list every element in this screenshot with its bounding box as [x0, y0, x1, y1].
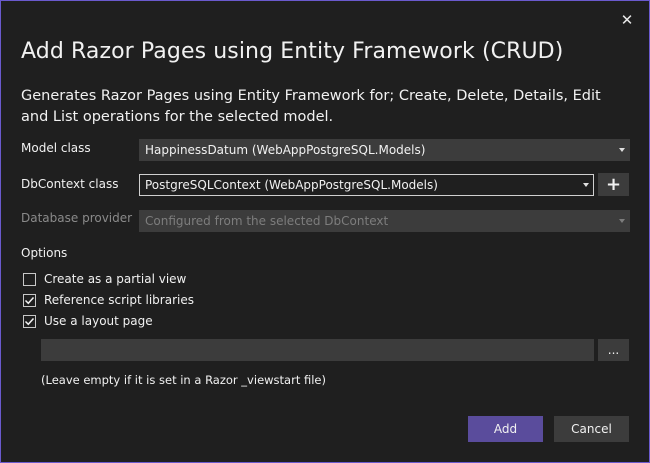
database-provider-label: Database provider	[21, 211, 133, 225]
layout-page-label: Use a layout page	[44, 314, 153, 328]
browse-button[interactable]: ...	[598, 339, 629, 361]
model-class-label: Model class	[21, 141, 91, 155]
reference-scripts-checkbox[interactable]	[23, 293, 36, 307]
partial-view-checkbox-row[interactable]: Create as a partial view	[23, 272, 186, 286]
checkmark-icon	[24, 317, 35, 325]
layout-page-checkbox-row[interactable]: Use a layout page	[23, 314, 153, 328]
reference-scripts-checkbox-row[interactable]: Reference script libraries	[23, 293, 194, 307]
add-dbcontext-button[interactable]: +	[598, 173, 629, 196]
layout-page-hint: (Leave empty if it is set in a Razor _vi…	[41, 373, 326, 387]
dbcontext-class-combo[interactable]: PostgreSQLContext (WebAppPostgreSQL.Mode…	[139, 174, 594, 196]
reference-scripts-label: Reference script libraries	[44, 293, 194, 307]
add-button[interactable]: Add	[468, 416, 543, 442]
partial-view-checkbox[interactable]	[23, 272, 36, 286]
cancel-button[interactable]: Cancel	[554, 416, 629, 442]
dbcontext-class-label: DbContext class	[21, 177, 119, 191]
dialog-description: Generates Razor Pages using Entity Frame…	[21, 88, 601, 125]
dbcontext-class-value: PostgreSQLContext (WebAppPostgreSQL.Mode…	[145, 178, 438, 192]
chevron-down-icon	[615, 148, 629, 152]
add-razor-pages-dialog: ✕ Add Razor Pages using Entity Framework…	[0, 0, 650, 463]
chevron-down-icon	[615, 219, 629, 223]
database-provider-value: Configured from the selected DbContext	[145, 214, 389, 228]
partial-view-label: Create as a partial view	[44, 272, 187, 286]
options-heading: Options	[21, 246, 68, 260]
dialog-title: Add Razor Pages using Entity Framework (…	[21, 39, 564, 64]
model-class-value: HappinessDatum (WebAppPostgreSQL.Models)	[145, 143, 426, 157]
model-class-combo[interactable]: HappinessDatum (WebAppPostgreSQL.Models)	[139, 139, 630, 161]
layout-page-input[interactable]	[41, 339, 594, 361]
checkmark-icon	[24, 296, 35, 304]
layout-page-checkbox[interactable]	[23, 314, 36, 328]
close-icon[interactable]: ✕	[617, 10, 637, 30]
database-provider-combo: Configured from the selected DbContext	[139, 210, 630, 232]
chevron-down-icon	[579, 183, 593, 187]
